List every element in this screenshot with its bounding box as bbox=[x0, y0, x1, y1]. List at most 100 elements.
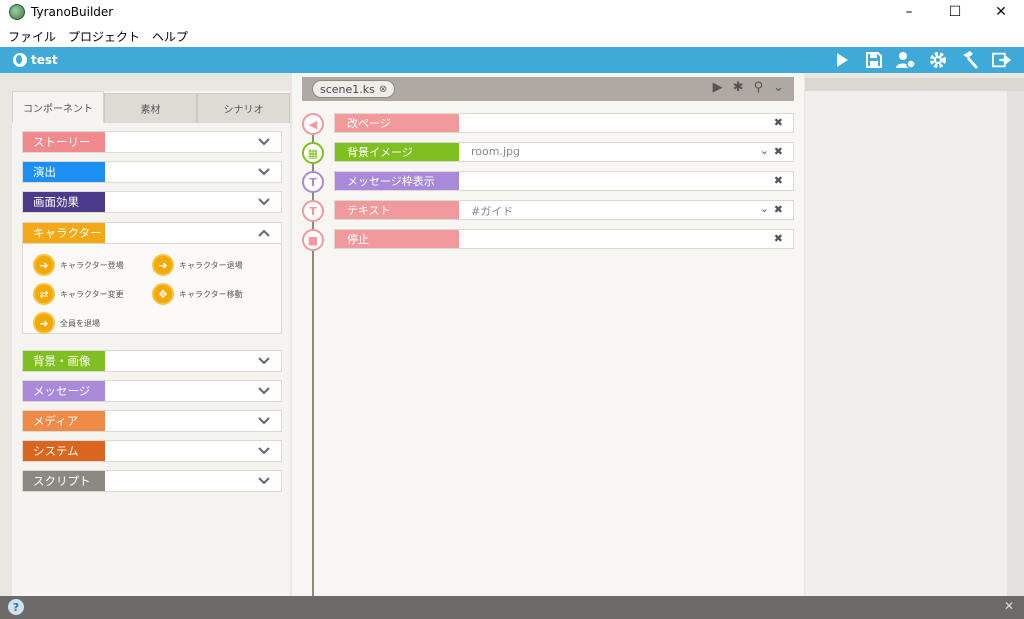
category-media[interactable]: メディア bbox=[22, 410, 282, 432]
scenario-row[interactable]: テキスト #ガイド ⌄ ✖ bbox=[334, 200, 794, 220]
chevron-down-icon bbox=[258, 417, 270, 425]
text-icon: T bbox=[302, 200, 324, 222]
category-story[interactable]: ストーリー bbox=[22, 131, 282, 153]
window-title: TyranoBuilder bbox=[31, 5, 114, 19]
background-image-icon: ▦ bbox=[302, 142, 324, 164]
bug-icon[interactable]: ✱ bbox=[733, 80, 744, 95]
chevron-down-icon bbox=[258, 138, 270, 146]
chevron-down-icon[interactable]: ⌄ bbox=[760, 202, 769, 215]
category-script[interactable]: スクリプト bbox=[22, 470, 282, 492]
chevron-down-icon bbox=[258, 357, 270, 365]
panel-tabs: コンポーネント 素材 シナリオ bbox=[12, 91, 290, 123]
scrollbar[interactable] bbox=[1007, 91, 1024, 609]
project-name: test bbox=[31, 53, 58, 67]
window-controls: – ☐ ✕ bbox=[886, 0, 1024, 24]
character-move-icon: ✥ bbox=[152, 283, 174, 305]
category-character[interactable]: キャラクター bbox=[22, 222, 282, 244]
tab-scenario[interactable]: シナリオ bbox=[197, 93, 290, 123]
category-effects[interactable]: 演出 bbox=[22, 161, 282, 183]
play-scene-icon[interactable]: ▶ bbox=[713, 80, 723, 95]
close-tab-icon[interactable]: ⊗ bbox=[379, 84, 387, 95]
preview-area bbox=[805, 91, 1007, 609]
category-label: システム bbox=[23, 441, 105, 461]
menu-file[interactable]: ファイル bbox=[8, 28, 56, 45]
character-change-icon: ⇄ bbox=[33, 283, 55, 305]
character-exit-icon: ➜ bbox=[152, 254, 174, 276]
gear-icon[interactable] bbox=[928, 50, 948, 70]
scenario-row[interactable]: 背景イメージ room.jpg ⌄ ✖ bbox=[334, 142, 794, 162]
stop-icon: ■ bbox=[302, 229, 324, 251]
hammer-icon[interactable] bbox=[960, 50, 980, 70]
category-background-image[interactable]: 背景・画像 bbox=[22, 350, 282, 372]
component-character-exit[interactable]: ➜ キャラクター退場 bbox=[152, 254, 243, 276]
category-label: ストーリー bbox=[23, 132, 105, 152]
search-icon[interactable]: ⚲ bbox=[754, 80, 764, 95]
users-gear-icon[interactable] bbox=[896, 50, 916, 70]
play-icon[interactable] bbox=[832, 50, 852, 70]
component-character-change[interactable]: ⇄ キャラクター変更 bbox=[33, 283, 124, 305]
tab-materials[interactable]: 素材 bbox=[104, 93, 197, 123]
category-label: スクリプト bbox=[23, 471, 105, 491]
category-label: キャラクター bbox=[23, 223, 105, 243]
category-label: メディア bbox=[23, 411, 105, 431]
scene-tools: ▶ ✱ ⚲ ⌄ bbox=[713, 80, 784, 95]
timeline-line bbox=[312, 121, 314, 619]
menu-bar: ファイル プロジェクト ヘルプ bbox=[0, 25, 1024, 47]
chevron-down-icon[interactable]: ⌄ bbox=[773, 80, 784, 95]
category-screen-effects[interactable]: 画面効果 bbox=[22, 191, 282, 213]
help-icon[interactable]: ? bbox=[8, 599, 24, 615]
menu-project[interactable]: プロジェクト bbox=[68, 28, 140, 45]
remove-icon[interactable]: ✖ bbox=[774, 174, 783, 187]
chevron-down-icon bbox=[258, 447, 270, 455]
remove-icon[interactable]: ✖ bbox=[774, 116, 783, 129]
save-icon[interactable] bbox=[864, 50, 884, 70]
scene-tab-label: scene1.ks bbox=[320, 82, 375, 96]
chevron-down-icon bbox=[258, 387, 270, 395]
scene-tab[interactable]: scene1.ks ⊗ bbox=[312, 80, 396, 98]
component-character-enter[interactable]: ➜ キャラクター登場 bbox=[33, 254, 124, 276]
project-globe-icon bbox=[13, 53, 27, 67]
chevron-down-icon bbox=[258, 168, 270, 176]
category-label: 背景・画像 bbox=[23, 351, 105, 371]
remove-icon[interactable]: ✖ bbox=[774, 145, 783, 158]
category-message[interactable]: メッセージ bbox=[22, 380, 282, 402]
component-panel: コンポーネント 素材 シナリオ ストーリー 演出 画面効果 キャラクター ➜ キ… bbox=[12, 91, 290, 611]
character-components: ➜ キャラクター登場 ➜ キャラクター退場 ⇄ キャラクター変更 ✥ キャラクタ… bbox=[22, 244, 282, 334]
main-area: コンポーネント 素材 シナリオ ストーリー 演出 画面効果 キャラクター ➜ キ… bbox=[0, 73, 1024, 619]
project-toolbar: test bbox=[0, 47, 1024, 73]
category-label: 演出 bbox=[23, 162, 105, 182]
close-icon[interactable]: ✕ bbox=[1004, 599, 1014, 613]
chevron-down-icon bbox=[258, 477, 270, 485]
export-icon[interactable] bbox=[992, 50, 1012, 70]
tab-components[interactable]: コンポーネント bbox=[12, 91, 104, 123]
category-system[interactable]: システム bbox=[22, 440, 282, 462]
remove-icon[interactable]: ✖ bbox=[774, 203, 783, 216]
message-frame-icon: T bbox=[302, 171, 324, 193]
close-button[interactable]: ✕ bbox=[978, 0, 1024, 24]
tyrano-logo-icon bbox=[9, 4, 25, 20]
title-bar: TyranoBuilder – ☐ ✕ bbox=[0, 0, 1024, 24]
component-character-move[interactable]: ✥ キャラクター移動 bbox=[152, 283, 243, 305]
all-exit-icon: ➜ bbox=[33, 312, 55, 334]
scenario-row[interactable]: メッセージ枠表示 ✖ bbox=[334, 171, 794, 191]
category-label: 画面効果 bbox=[23, 192, 105, 212]
menu-help[interactable]: ヘルプ bbox=[152, 28, 188, 45]
maximize-button[interactable]: ☐ bbox=[932, 0, 978, 24]
minimize-button[interactable]: – bbox=[886, 0, 932, 24]
chevron-down-icon[interactable]: ⌄ bbox=[760, 144, 769, 157]
component-all-exit[interactable]: ➜ 全員を退場 bbox=[33, 312, 100, 334]
scenario-row[interactable]: 停止 ✖ bbox=[334, 229, 794, 249]
row-value[interactable]: #ガイド bbox=[471, 203, 513, 219]
row-value[interactable]: room.jpg bbox=[471, 145, 520, 158]
scene-tab-bar: scene1.ks ⊗ ▶ ✱ ⚲ ⌄ bbox=[302, 77, 794, 101]
character-enter-icon: ➜ bbox=[33, 254, 55, 276]
page-break-icon: ◀ bbox=[302, 113, 324, 135]
chevron-down-icon bbox=[258, 198, 270, 206]
category-label: メッセージ bbox=[23, 381, 105, 401]
preview-header bbox=[805, 78, 1024, 91]
toolbar-actions bbox=[832, 50, 1012, 70]
bottom-bar: ? ✕ bbox=[0, 596, 1024, 619]
chevron-up-icon bbox=[258, 229, 270, 237]
remove-icon[interactable]: ✖ bbox=[774, 232, 783, 245]
scenario-row[interactable]: 改ページ ✖ bbox=[334, 113, 794, 133]
